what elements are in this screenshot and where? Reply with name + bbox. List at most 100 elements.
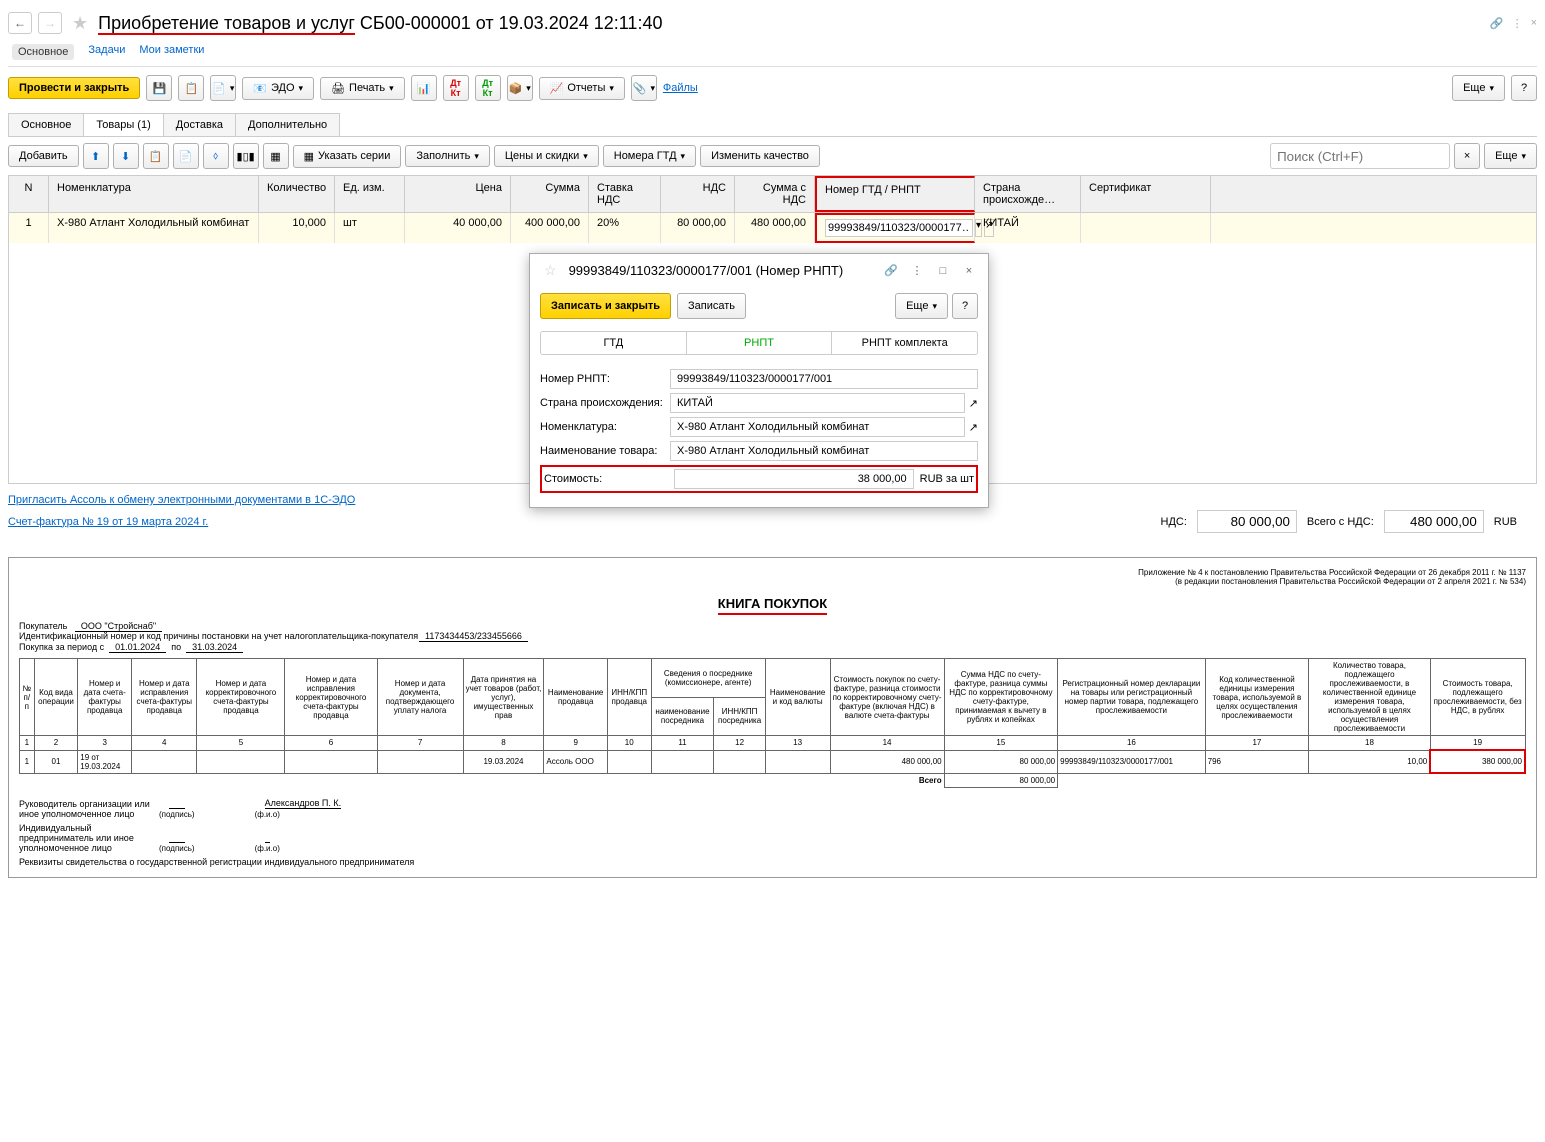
- report-table: № п/п Код вида операции Номер и дата сче…: [19, 658, 1526, 788]
- gtd-cell[interactable]: ▾ ↗: [815, 213, 975, 243]
- post-and-close-button[interactable]: Провести и закрыть: [8, 77, 140, 99]
- more-button[interactable]: Еще ▾: [1452, 75, 1505, 101]
- popup-more-button[interactable]: Еще ▾: [895, 293, 948, 319]
- popup-link-icon[interactable]: 🔗: [882, 264, 900, 277]
- nom-open-icon[interactable]: ↗: [969, 421, 978, 434]
- purchase-book-report: Приложение № 4 к постановлению Правитель…: [8, 557, 1537, 878]
- col-vat-rate: Ставка НДС: [589, 176, 661, 212]
- gtd-input[interactable]: [825, 219, 973, 237]
- doctab-main[interactable]: Основное: [8, 113, 84, 136]
- paste-row-icon[interactable]: 📄: [173, 143, 199, 169]
- period-to: 31.03.2024: [186, 642, 243, 653]
- rnpt-popup: ☆ 99993849/110323/0000177/001 (Номер РНП…: [529, 253, 989, 508]
- decree-text: Приложение № 4 к постановлению Правитель…: [19, 568, 1526, 586]
- period-from: 01.01.2024: [109, 642, 166, 653]
- vat-value: [1197, 510, 1297, 533]
- save-icon[interactable]: 💾: [146, 75, 172, 101]
- move-up-icon[interactable]: ⬆: [83, 143, 109, 169]
- rnpt-num-field[interactable]: 99993849/110323/0000177/001: [670, 369, 978, 389]
- name-label: Наименование товара:: [540, 445, 670, 457]
- invoice-link[interactable]: Счет-фактура № 19 от 19 марта 2024 г.: [8, 516, 208, 528]
- subtab-notes[interactable]: Мои заметки: [139, 44, 204, 60]
- gtd-button[interactable]: Номера ГТД ▾: [603, 145, 696, 167]
- prices-button[interactable]: Цены и скидки ▾: [494, 145, 599, 167]
- table-row[interactable]: 1 X-980 Атлант Холодильный комбинат 10,0…: [9, 213, 1536, 243]
- share-icon[interactable]: ⬨: [203, 143, 229, 169]
- col-unit: Ед. изм.: [335, 176, 405, 212]
- search-input[interactable]: [1270, 143, 1450, 169]
- move-down-icon[interactable]: ⬇: [113, 143, 139, 169]
- help-button[interactable]: ?: [1511, 75, 1537, 101]
- copy-icon[interactable]: 📄▾: [210, 75, 236, 101]
- doctab-goods[interactable]: Товары (1): [83, 113, 163, 136]
- page-title: Приобретение товаров и услуг СБ00-000001…: [98, 13, 662, 34]
- popup-tab-rnpt-set[interactable]: РНПТ комплекта: [832, 332, 977, 354]
- popup-maximize-icon[interactable]: □: [934, 265, 952, 277]
- series-button[interactable]: ▦ Указать серии: [293, 145, 402, 168]
- doctab-delivery[interactable]: Доставка: [163, 113, 236, 136]
- barcode-icon[interactable]: ▮▯▮: [233, 143, 259, 169]
- cost-unit: RUB за шт: [920, 473, 974, 485]
- scan-icon[interactable]: ▦: [263, 143, 289, 169]
- doctab-extra[interactable]: Дополнительно: [235, 113, 340, 136]
- col-nom: Номенклатура: [49, 176, 259, 212]
- star-icon[interactable]: ★: [72, 13, 88, 34]
- inn-value: 1173434453/233455666: [419, 631, 528, 642]
- country-open-icon[interactable]: ↗: [969, 397, 978, 410]
- edo-button[interactable]: 📧 ЭДО ▾: [242, 77, 314, 100]
- popup-kebab-icon[interactable]: ⋮: [908, 264, 926, 277]
- dt-icon[interactable]: ДтКт: [443, 75, 469, 101]
- subtab-tasks[interactable]: Задачи: [88, 44, 125, 60]
- col-price: Цена: [405, 176, 511, 212]
- print-button[interactable]: 🖨 Печать ▾: [320, 77, 405, 100]
- grid-more-button[interactable]: Еще ▾: [1484, 143, 1537, 169]
- close-window-icon[interactable]: ×: [1531, 17, 1537, 30]
- col-n: N: [9, 176, 49, 212]
- popup-star-icon[interactable]: ☆: [544, 262, 557, 279]
- structure-icon[interactable]: 📦▾: [507, 75, 533, 101]
- popup-save-close-button[interactable]: Записать и закрыть: [540, 293, 671, 319]
- popup-save-button[interactable]: Записать: [677, 293, 746, 319]
- popup-close-icon[interactable]: ×: [960, 265, 978, 277]
- add-button[interactable]: Добавить: [8, 145, 79, 167]
- nom-field[interactable]: X-980 Атлант Холодильный комбинат: [670, 417, 965, 437]
- report-title: КНИГА ПОКУПОК: [19, 596, 1526, 611]
- link-icon[interactable]: 🔗: [1490, 17, 1504, 30]
- col-cert: Сертификат: [1081, 176, 1211, 212]
- invite-link[interactable]: Пригласить Ассоль к обмену электронными …: [8, 494, 355, 506]
- cost-field[interactable]: 38 000,00: [674, 469, 914, 489]
- col-country: Страна происхожде…: [975, 176, 1081, 212]
- fill-button[interactable]: Заполнить ▾: [405, 145, 490, 167]
- total-value: [1384, 510, 1484, 533]
- col-qty: Количество: [259, 176, 335, 212]
- traced-cost-cell: 380 000,00: [1430, 750, 1525, 773]
- popup-title: 99993849/110323/0000177/001 (Номер РНПТ): [569, 263, 874, 278]
- quality-button[interactable]: Изменить качество: [700, 145, 820, 167]
- col-sum-vat: Сумма с НДС: [735, 176, 815, 212]
- name-field[interactable]: X-980 Атлант Холодильный комбинат: [670, 441, 978, 461]
- post-icon[interactable]: 📋: [178, 75, 204, 101]
- total-label: Всего с НДС:: [1307, 516, 1374, 528]
- register-icon[interactable]: ДтКт: [475, 75, 501, 101]
- report-icon[interactable]: 📊: [411, 75, 437, 101]
- kebab-icon[interactable]: ⋮: [1512, 17, 1523, 30]
- copy-row-icon[interactable]: 📋: [143, 143, 169, 169]
- col-sum: Сумма: [511, 176, 589, 212]
- attach-icon[interactable]: 📎▾: [631, 75, 657, 101]
- col-vat: НДС: [661, 176, 735, 212]
- popup-tab-rnpt[interactable]: РНПТ: [687, 332, 833, 354]
- reports-button[interactable]: 📈 Отчеты ▾: [539, 77, 625, 100]
- popup-tab-gtd[interactable]: ГТД: [541, 332, 687, 354]
- popup-help-button[interactable]: ?: [952, 293, 978, 319]
- vat-label: НДС:: [1161, 516, 1187, 528]
- forward-button[interactable]: →: [38, 12, 62, 34]
- search-clear-icon[interactable]: ×: [1454, 143, 1480, 169]
- report-data-row: 1 01 19 от 19.03.2024 19.03.2024 Ассоль …: [20, 750, 1526, 773]
- subtab-main[interactable]: Основное: [12, 44, 74, 60]
- currency: RUB: [1494, 516, 1517, 528]
- files-link[interactable]: Файлы: [663, 82, 698, 94]
- cost-label: Стоимость:: [544, 473, 674, 485]
- back-button[interactable]: ←: [8, 12, 32, 34]
- country-field[interactable]: КИТАЙ: [670, 393, 965, 413]
- country-label: Страна происхождения:: [540, 397, 670, 409]
